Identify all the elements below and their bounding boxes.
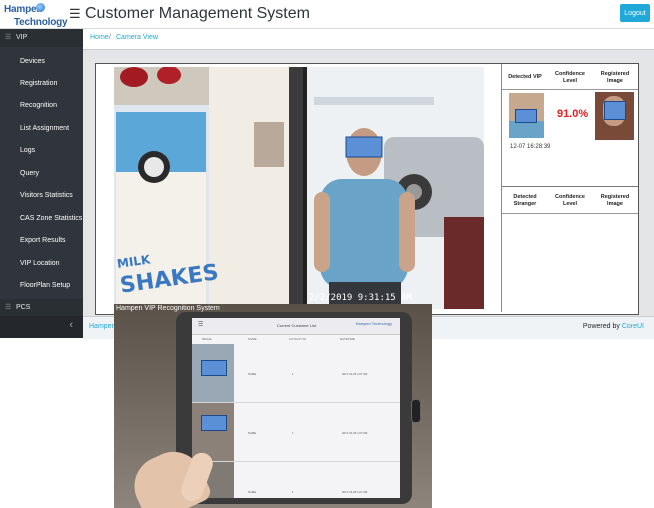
divider bbox=[502, 213, 638, 214]
face-mask bbox=[201, 360, 227, 376]
tablet-row-date: 2017-01-05 1:07 AM bbox=[342, 372, 368, 376]
logo-line2: Technology bbox=[14, 17, 68, 28]
tablet-caption: Hampen VIP Recognition System bbox=[116, 305, 220, 312]
camera-feed: MILK SHAKES 2/2/2019 9:31:15 AM bbox=[114, 67, 484, 309]
sidebar-item-visitors-statistics[interactable]: Visitors Statistics bbox=[0, 185, 83, 207]
sidebar-item-floorplan-setup[interactable]: FloorPlan Setup bbox=[0, 275, 83, 297]
chevron-left-icon: ‹ bbox=[69, 319, 73, 331]
tablet-screen: ☰ Current Customer List Hampen Technolog… bbox=[192, 318, 400, 498]
registered-image[interactable] bbox=[595, 92, 634, 140]
breadcrumb-separator: / bbox=[109, 34, 111, 41]
tablet-row: NAME 1 2017-01-05 1:07 AM bbox=[192, 344, 400, 403]
sidebar-item-export-results[interactable]: Export Results bbox=[0, 230, 83, 252]
tablet-photo: Hampen VIP Recognition System ☰ Current … bbox=[114, 304, 432, 508]
confidence-value: 91.0% bbox=[557, 108, 589, 120]
sidebar-group-vip-label: VIP bbox=[16, 34, 28, 41]
divider bbox=[502, 89, 638, 90]
logout-button[interactable]: Logout bbox=[620, 4, 650, 22]
footer-powered: Powered by CoreUI bbox=[583, 323, 644, 330]
tablet-col-image: IMAGE bbox=[202, 337, 212, 341]
sidebar-item-registration[interactable]: Registration bbox=[0, 73, 83, 95]
sidebar-group-pcs-label: PCS bbox=[16, 304, 31, 311]
sidebar-item-logs[interactable]: Logs bbox=[0, 140, 83, 162]
tablet-row-level: 1 bbox=[292, 431, 294, 435]
list-icon: ☰ bbox=[5, 304, 12, 311]
sidebar-item-vip-location[interactable]: VIP Location bbox=[0, 253, 83, 275]
col-confidence-level: Confidence Level bbox=[555, 71, 585, 84]
tablet-screen-header: ☰ Current Customer List Hampen Technolog… bbox=[192, 318, 400, 335]
col-confidence-level-2: Confidence Level bbox=[555, 194, 585, 207]
sidebar: ☰ VIP Devices Registration Recognition L… bbox=[0, 29, 83, 338]
detected-timestamp: 12-07 16:28:39 bbox=[510, 144, 551, 150]
sidebar-item-devices[interactable]: Devices bbox=[0, 51, 83, 73]
sidebar-item-query[interactable]: Query bbox=[0, 163, 83, 185]
col-registered-image: Registered Image bbox=[600, 71, 630, 84]
tablet-row: NAME 1 2017-01-05 1:07 AM bbox=[192, 462, 400, 498]
sidebar-group-vip[interactable]: ☰ VIP bbox=[0, 29, 83, 47]
breadcrumb-home[interactable]: Home bbox=[90, 34, 109, 41]
col-registered-image-2: Registered Image bbox=[600, 194, 630, 207]
detection-panel: Detected VIP Confidence Level Registered… bbox=[501, 64, 638, 312]
tablet-row-date: 2017-01-05 1:07 AM bbox=[342, 490, 368, 494]
tablet-row: NAME 1 2017-01-05 1:07 AM bbox=[192, 403, 400, 462]
sign-text-1: MILK bbox=[116, 252, 152, 271]
col-detected-stranger: Detected Stranger bbox=[513, 194, 537, 207]
sidebar-item-recognition[interactable]: Recognition bbox=[0, 95, 83, 117]
tablet-row-level: 1 bbox=[292, 490, 294, 494]
breadcrumb-current: Camera View bbox=[116, 34, 158, 41]
col-detected-vip: Detected VIP bbox=[508, 74, 542, 80]
tablet-row-date: 2017-01-05 1:07 AM bbox=[342, 431, 368, 435]
tablet-menu-icon: ☰ bbox=[198, 322, 204, 328]
tablet-col-date: DATETIME bbox=[340, 337, 355, 341]
face-mask bbox=[201, 415, 227, 431]
camera-timestamp: 2/2/2019 9:31:15 AM bbox=[309, 293, 412, 303]
tablet-screen-title: Current Customer List bbox=[277, 323, 317, 328]
company-logo[interactable]: Hampen Technology bbox=[4, 2, 68, 28]
tablet-home-button bbox=[411, 399, 421, 423]
breadcrumb: Home / Camera View bbox=[83, 29, 654, 50]
tablet-row-level: 1 bbox=[292, 372, 294, 376]
sidebar-group-pcs[interactable]: ☰ PCS bbox=[0, 299, 83, 317]
powered-by-text: Powered by bbox=[582, 323, 620, 330]
sidebar-minimizer[interactable]: ‹ bbox=[0, 316, 83, 338]
tablet-row-name: NAME bbox=[248, 372, 257, 376]
coreui-link[interactable]: CoreUI bbox=[622, 323, 644, 330]
tablet-row-photo bbox=[192, 344, 234, 402]
top-header: Hampen Technology ☰ Customer Management … bbox=[0, 0, 654, 29]
footer-brand[interactable]: Hampen bbox=[89, 323, 115, 330]
tablet-row-name: NAME bbox=[248, 490, 257, 494]
sidebar-item-list-assignment[interactable]: List Assignment bbox=[0, 118, 83, 140]
tablet-col-name: NAME bbox=[248, 337, 257, 341]
face-mask bbox=[515, 109, 537, 123]
sidebar-item-cas-zone-statistics[interactable]: CAS Zone Statistics bbox=[0, 208, 83, 230]
detected-vip-image[interactable] bbox=[509, 93, 544, 138]
menu-toggle-icon[interactable]: ☰ bbox=[69, 6, 81, 22]
page-title: Customer Management System bbox=[85, 5, 310, 22]
tablet-col-level: LOYALTY ID bbox=[289, 337, 306, 341]
tablet-screen-logo: Hampen Technology bbox=[355, 321, 392, 326]
logo-globe-icon bbox=[36, 3, 45, 12]
face-mask bbox=[604, 101, 626, 120]
tablet-row-name: NAME bbox=[248, 431, 257, 435]
list-icon: ☰ bbox=[5, 34, 12, 41]
divider bbox=[502, 186, 638, 187]
